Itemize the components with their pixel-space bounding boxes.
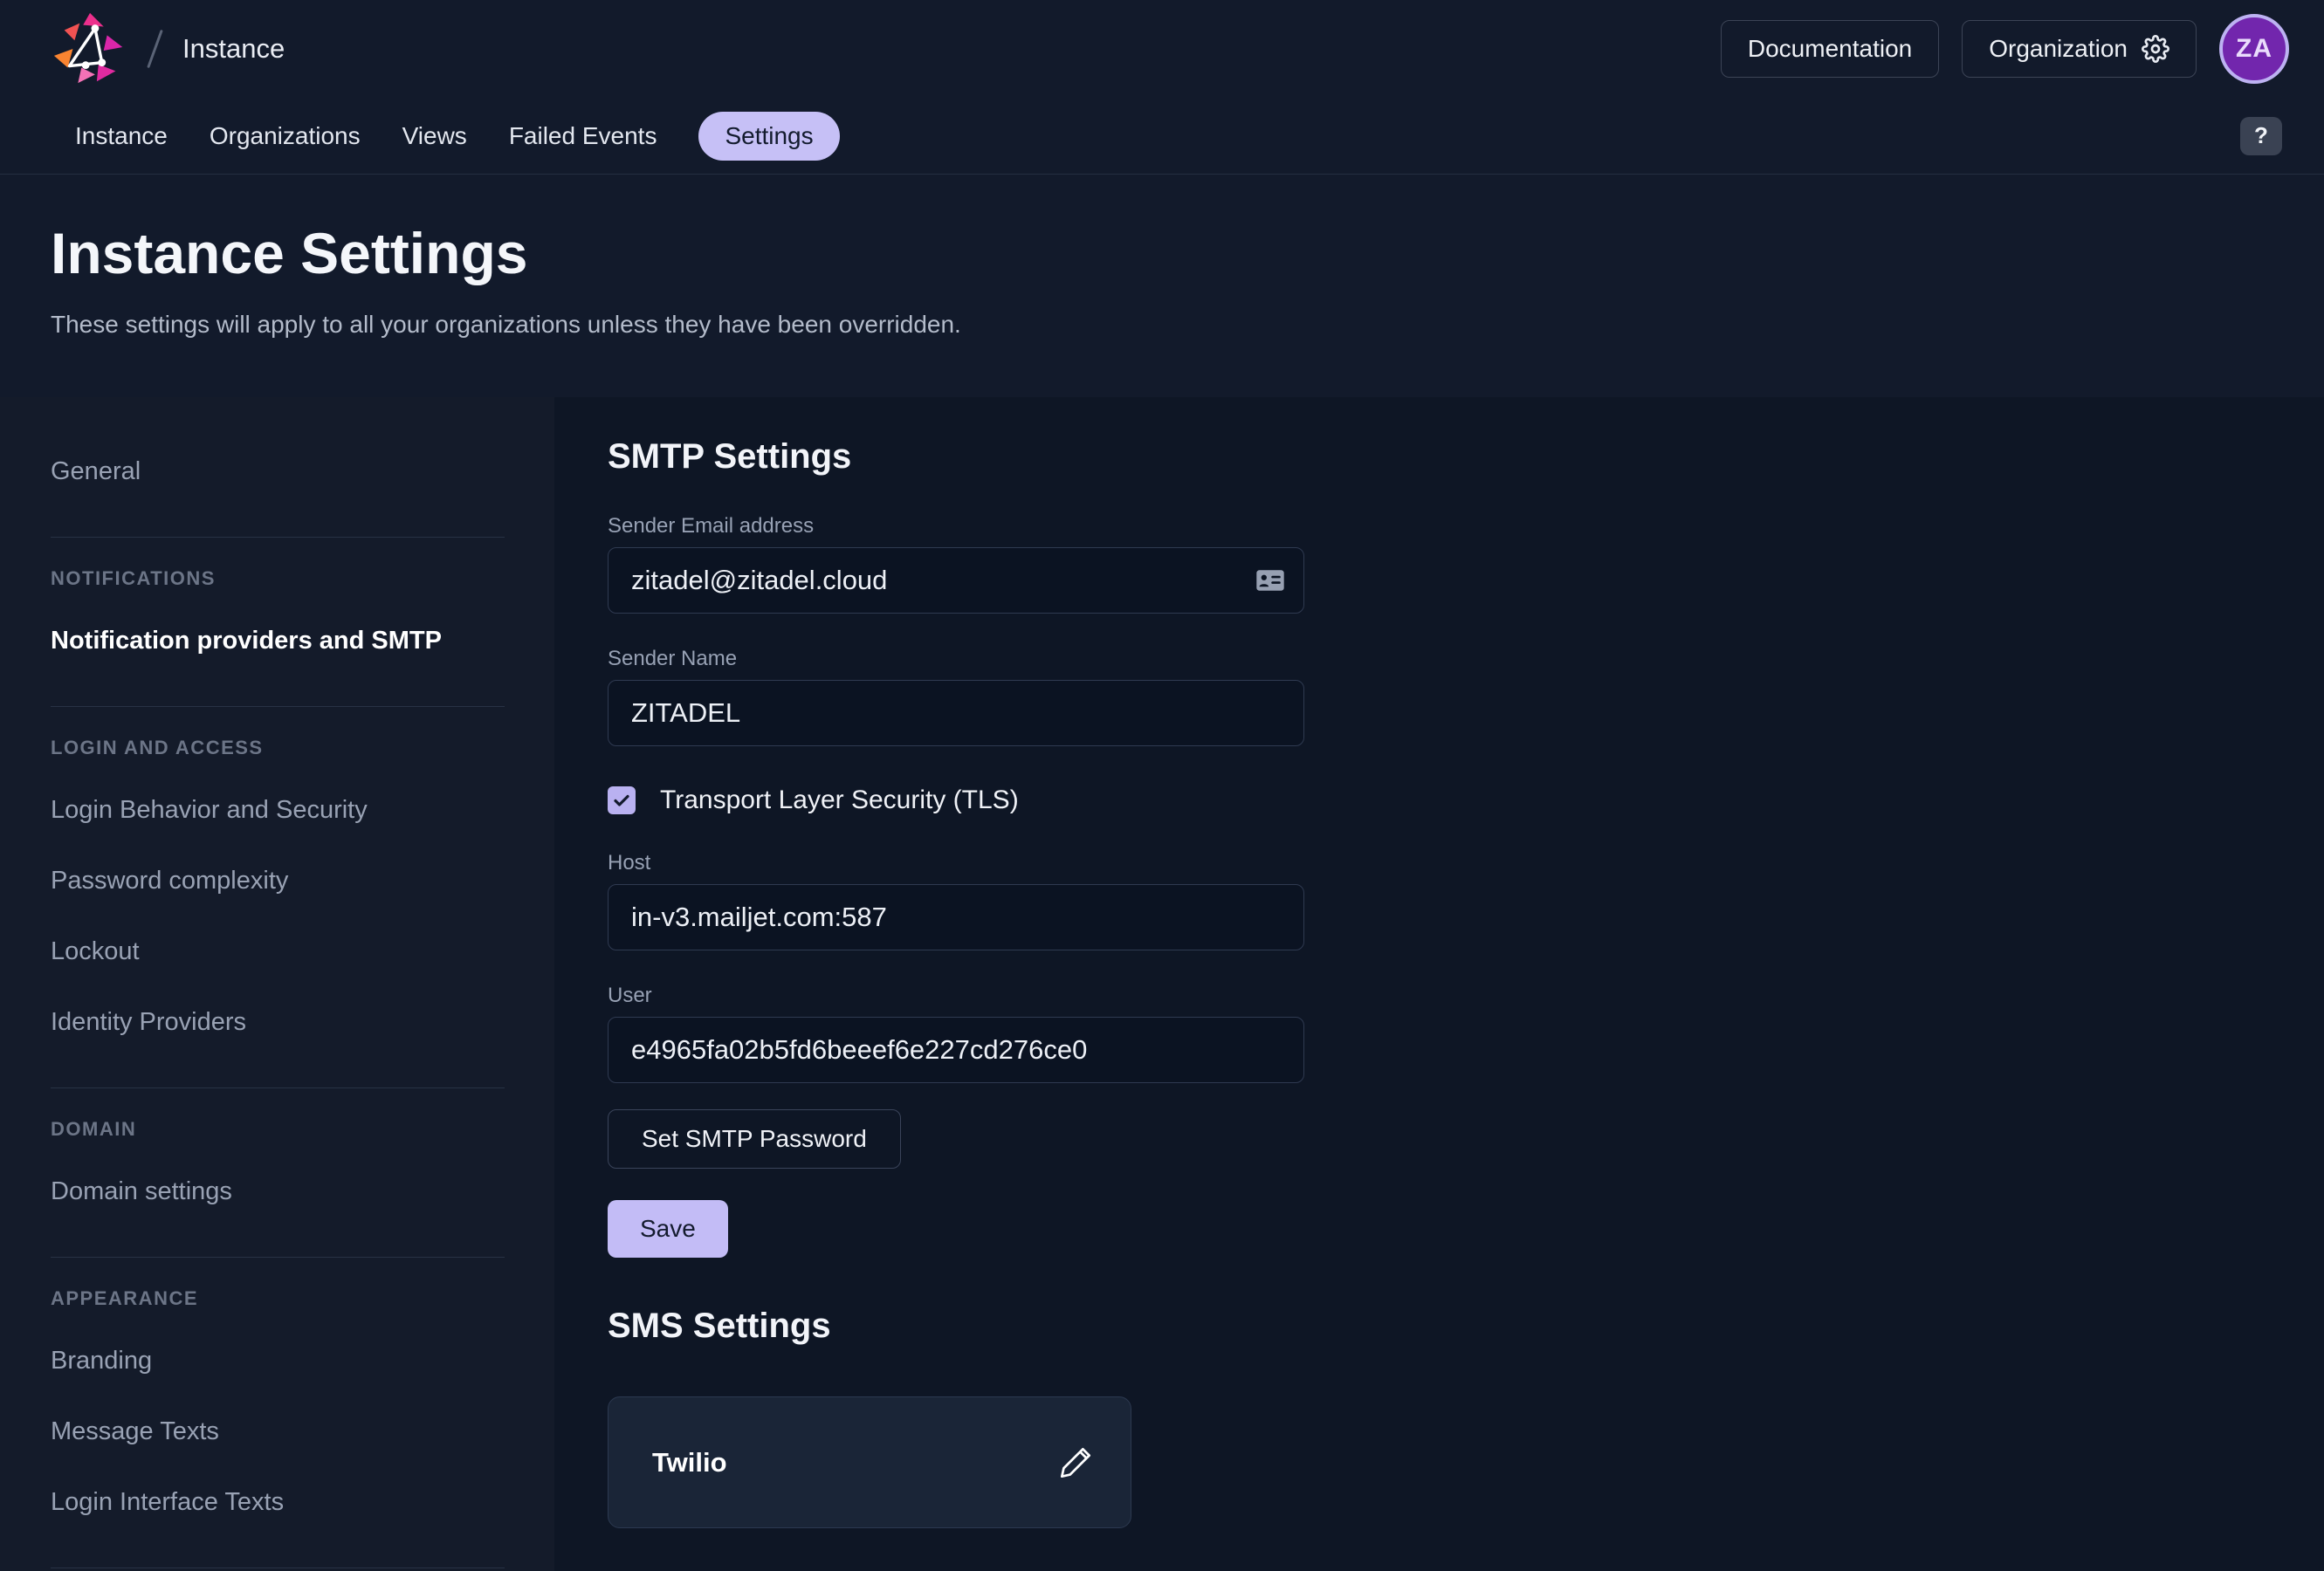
checkmark-icon [611,790,632,811]
sidebar-item-domain-settings[interactable]: Domain settings [51,1170,554,1213]
tab-settings[interactable]: Settings [698,112,839,161]
user-label: User [608,984,2324,1008]
tls-checkbox[interactable] [608,786,636,814]
tab-failed-events[interactable]: Failed Events [509,122,657,150]
sidebar-group-notifications: NOTIFICATIONS [51,566,554,592]
sidebar-item-branding[interactable]: Branding [51,1339,554,1382]
sidebar-group-login-and-access: LOGIN AND ACCESS [51,735,554,761]
sender-email-label: Sender Email address [608,514,2324,539]
sidebar-item-login-behavior-security[interactable]: Login Behavior and Security [51,788,554,832]
breadcrumb-separator [147,30,163,68]
documentation-button-label: Documentation [1748,35,1912,63]
sidebar-divider [51,537,505,538]
avatar-initials: ZA [2236,34,2272,64]
sidebar-item-password-complexity[interactable]: Password complexity [51,859,554,902]
sidebar-item-general[interactable]: General [51,449,554,493]
sms-provider-name: Twilio [652,1447,727,1478]
sidebar-divider [51,706,505,707]
sidebar-divider [51,1087,505,1088]
tab-bar: Instance Organizations Views Failed Even… [0,98,2324,175]
tab-organizations[interactable]: Organizations [210,122,361,150]
avatar[interactable]: ZA [2219,14,2289,84]
tab-views[interactable]: Views [402,122,467,150]
sidebar-group-domain: DOMAIN [51,1116,554,1142]
tls-label: Transport Layer Security (TLS) [660,786,1019,815]
edit-pencil-icon[interactable] [1055,1443,1096,1483]
documentation-button[interactable]: Documentation [1721,20,1939,78]
settings-main: SMTP Settings Sender Email address Sende… [554,397,2324,1571]
sidebar-group-appearance: APPEARANCE [51,1286,554,1312]
zitadel-logo-icon[interactable] [51,10,133,88]
contact-card-icon [1255,566,1285,594]
organization-button[interactable]: Organization [1962,20,2197,78]
sidebar-divider [51,1257,505,1258]
sms-settings-heading: SMS Settings [608,1301,2324,1350]
help-button[interactable]: ? [2240,117,2282,155]
settings-sidebar: General NOTIFICATIONS Notification provi… [0,397,554,1571]
host-label: Host [608,851,2324,875]
host-input[interactable] [608,884,1304,950]
sender-name-label: Sender Name [608,647,2324,671]
sender-email-input[interactable] [608,547,1304,614]
page-subtitle: These settings will apply to all your or… [51,311,2324,339]
page-title: Instance Settings [51,220,2324,286]
sidebar-item-login-interface-texts[interactable]: Login Interface Texts [51,1480,554,1524]
sidebar-item-notification-providers-smtp[interactable]: Notification providers and SMTP [51,619,554,662]
set-smtp-password-button[interactable]: Set SMTP Password [608,1109,901,1169]
tab-instance[interactable]: Instance [75,122,168,150]
user-input[interactable] [608,1017,1304,1083]
breadcrumb[interactable]: Instance [182,33,285,65]
page-header: Instance Settings These settings will ap… [0,175,2324,397]
sidebar-item-lockout[interactable]: Lockout [51,930,554,973]
sidebar-item-message-texts[interactable]: Message Texts [51,1410,554,1453]
organization-button-label: Organization [1989,35,2128,63]
save-button[interactable]: Save [608,1200,728,1258]
sender-name-input[interactable] [608,680,1304,746]
top-bar: Instance Documentation Organization ZA [0,0,2324,98]
sidebar-item-identity-providers[interactable]: Identity Providers [51,1000,554,1044]
sms-provider-card[interactable]: Twilio [608,1396,1131,1528]
smtp-settings-heading: SMTP Settings [608,432,2324,481]
gear-icon [2142,35,2169,63]
